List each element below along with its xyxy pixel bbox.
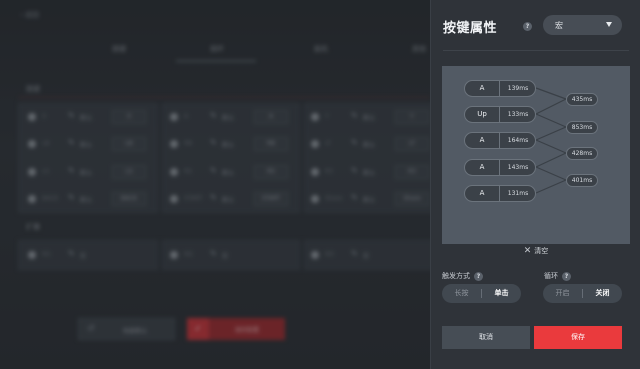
macro-editor: A 139ms Up 133ms A 164ms A 143ms A 131ms…	[442, 66, 630, 244]
macro-interval[interactable]: 428ms	[566, 147, 598, 160]
trigger-option-hold[interactable]: 长按	[442, 284, 481, 303]
help-icon[interactable]: ?	[523, 22, 532, 31]
macro-step-key: A	[479, 136, 485, 144]
chevron-down-icon	[606, 22, 612, 27]
macro-step-duration[interactable]: 143ms	[499, 160, 536, 175]
save-button[interactable]: 保存	[534, 326, 622, 349]
macro-interval[interactable]: 853ms	[566, 121, 598, 134]
mode-dropdown-value: 宏	[555, 21, 563, 30]
mode-dropdown[interactable]: 宏	[543, 15, 622, 35]
loop-option-off[interactable]: 关闭	[583, 284, 622, 303]
help-icon[interactable]: ?	[474, 271, 483, 281]
background-app: ‹ 返回 按键 摇杆 扳机 其他 按键 X ✎ 默认 X LB ✎ 默认 LB LS ✎ 默认 L…	[0, 0, 430, 369]
title-divider	[443, 50, 629, 51]
macro-step-key: A	[479, 84, 485, 92]
key-properties-panel: 按键属性 ? 宏 A 139ms Up 133ms A 164ms A 143m…	[430, 0, 640, 369]
help-icon[interactable]: ?	[562, 271, 571, 281]
macro-step-duration[interactable]: 133ms	[499, 107, 536, 122]
macro-step-duration[interactable]: 139ms	[499, 81, 536, 96]
cancel-button[interactable]: 取消	[442, 326, 530, 349]
loop-option-on[interactable]: 开启	[543, 284, 582, 303]
macro-step[interactable]: A 164ms	[464, 132, 536, 149]
macro-step-key: A	[479, 189, 485, 197]
panel-title: 按键属性	[443, 21, 498, 36]
close-icon: ✕	[523, 246, 532, 256]
macro-step[interactable]: A 143ms	[464, 159, 536, 176]
clear-button[interactable]: ✕ 清空	[431, 246, 640, 256]
macro-step-duration[interactable]: 131ms	[499, 186, 536, 201]
modal-overlay	[0, 0, 430, 369]
macro-step-duration[interactable]: 164ms	[499, 133, 536, 148]
macro-step[interactable]: Up 133ms	[464, 106, 536, 123]
trigger-option-click[interactable]: 单击	[482, 284, 521, 303]
macro-interval[interactable]: 401ms	[566, 174, 598, 187]
loop-label: 循环?	[544, 271, 571, 281]
loop-toggle[interactable]: 开启 关闭	[543, 284, 622, 303]
trigger-label-text: 触发方式	[442, 272, 470, 280]
macro-step[interactable]: A 139ms	[464, 80, 536, 97]
macro-step-key: A	[479, 163, 485, 171]
macro-step-key: Up	[477, 110, 487, 118]
macro-step[interactable]: A 131ms	[464, 185, 536, 202]
loop-label-text: 循环	[544, 272, 558, 280]
trigger-mode-toggle[interactable]: 长按 单击	[442, 284, 521, 303]
macro-interval[interactable]: 435ms	[566, 93, 598, 106]
clear-label: 清空	[534, 247, 549, 255]
trigger-label: 触发方式?	[442, 271, 483, 281]
